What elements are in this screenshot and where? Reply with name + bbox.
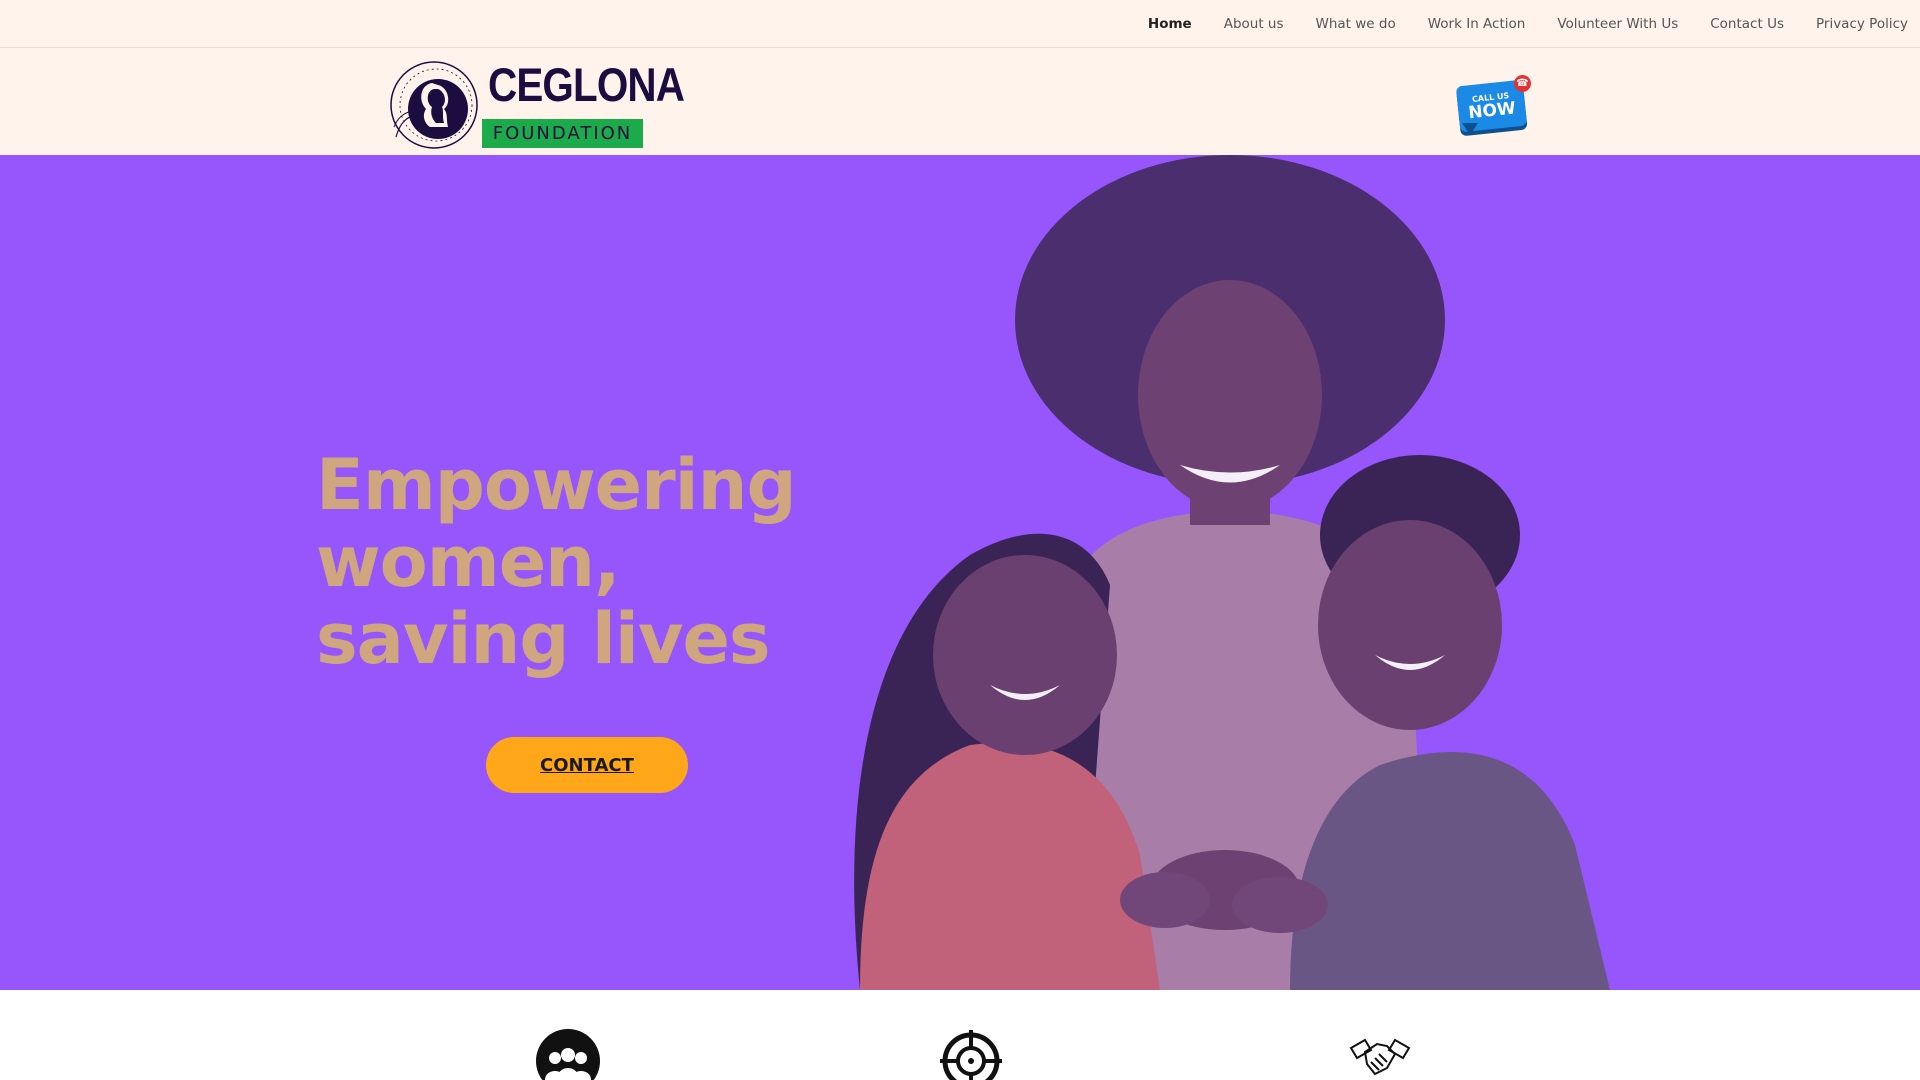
nav-work-in-action[interactable]: Work In Action (1428, 16, 1526, 32)
target-icon (938, 1028, 1004, 1080)
nav-what-we-do[interactable]: What we do (1316, 16, 1396, 32)
nav-volunteer[interactable]: Volunteer With Us (1557, 16, 1678, 32)
phone-icon: ☎ (1514, 75, 1531, 92)
call-us-now-button[interactable]: CALL US NOW ☎ (1454, 75, 1532, 141)
top-nav-bar: Home About us What we do Work In Action … (0, 0, 1920, 48)
site-header: CEGLONA FOUNDATION CALL US NOW ☎ (0, 48, 1920, 155)
hero-title-line-3: saving lives (316, 597, 771, 680)
hero-title-line-1: Empowering (316, 443, 797, 526)
nav-home[interactable]: Home (1148, 16, 1192, 32)
logo-subtitle: FOUNDATION (482, 119, 643, 148)
hero-title: Empowering women, saving lives (316, 443, 836, 680)
hero-family-photo (854, 155, 1610, 990)
hero-title-line-2: women, (316, 520, 621, 603)
main-nav: Home About us What we do Work In Action … (1116, 0, 1920, 47)
woman-silhouette-logo-icon (390, 61, 478, 149)
features-strip (0, 990, 1920, 1080)
call-line2: NOW (1467, 98, 1517, 123)
nav-contact-us[interactable]: Contact Us (1710, 16, 1784, 32)
handshake-icon (1347, 1028, 1413, 1080)
call-bubble-tail (1462, 123, 1478, 135)
site-logo[interactable]: CEGLONA FOUNDATION (386, 53, 685, 153)
nav-privacy-policy[interactable]: Privacy Policy (1816, 16, 1908, 32)
logo-name: CEGLONA (488, 58, 685, 111)
nav-about-us[interactable]: About us (1224, 16, 1284, 32)
community-icon (535, 1028, 601, 1080)
hero-section: Empowering women, saving lives CONTACT (0, 155, 1920, 990)
contact-button[interactable]: CONTACT (486, 737, 688, 793)
